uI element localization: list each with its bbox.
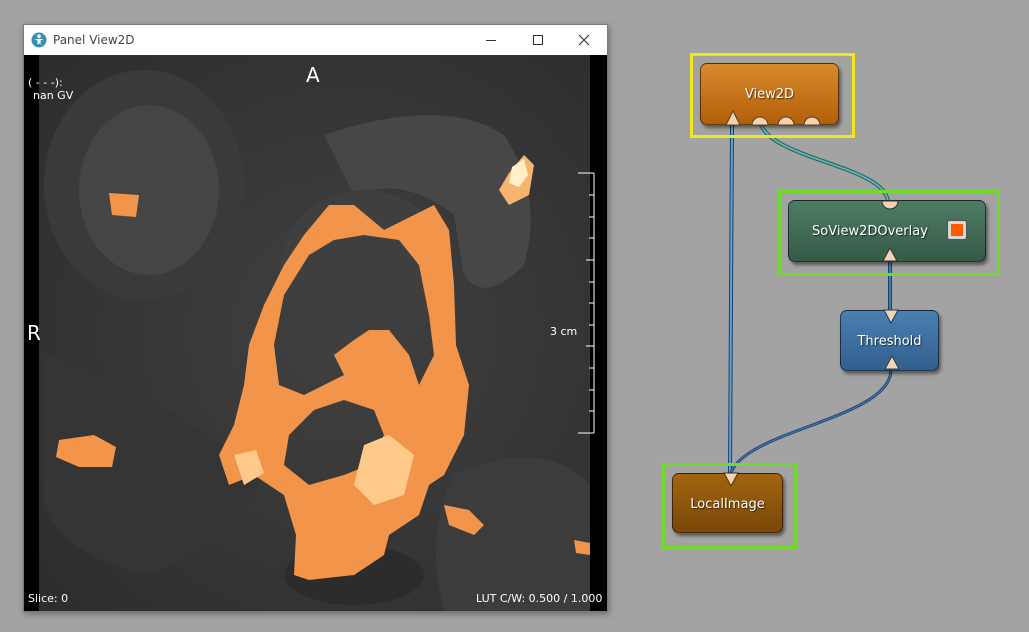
view2d-inventor-port-1	[751, 116, 769, 126]
node-threshold[interactable]: Threshold	[840, 309, 939, 371]
view2d-input-port	[725, 109, 741, 126]
close-icon	[578, 34, 590, 46]
minimize-icon	[486, 40, 496, 41]
node-view2d[interactable]: View2D	[700, 63, 839, 126]
lut-indicator: LUT C/W: 0.500 / 1.000	[476, 592, 603, 605]
window-title: Panel View2D	[53, 33, 135, 47]
view2d-ports	[725, 109, 821, 126]
threshold-output-port	[883, 309, 899, 325]
panel-view2d-window: Panel View2D (- - -): nan GV A R 3 cm S…	[23, 24, 608, 612]
scale-bar-label: 3 cm	[550, 325, 578, 338]
node-overlay-label: SoView2DOverlay	[812, 224, 928, 239]
threshold-input-port	[884, 354, 900, 370]
orientation-label-anterior: A	[306, 63, 320, 87]
minimize-button[interactable]	[468, 25, 514, 55]
node-localimage-label: LocalImage	[690, 497, 765, 512]
app-icon	[31, 32, 47, 48]
node-soview2doverlay[interactable]: SoView2DOverlay	[788, 200, 986, 262]
overlay-output-port	[881, 200, 899, 210]
maximize-button[interactable]	[515, 25, 561, 55]
connection-localimage-view2d	[728, 123, 734, 477]
info-gray-value: nan GV	[33, 89, 74, 102]
slice-indicator: Slice: 0	[28, 592, 69, 605]
overlay-input-port	[882, 246, 898, 262]
node-threshold-label: Threshold	[857, 334, 922, 349]
overlay-color-swatch[interactable]	[947, 220, 967, 240]
maximize-icon	[533, 35, 543, 45]
orientation-label-right: R	[27, 321, 41, 345]
localimage-output-port	[723, 472, 739, 488]
window-titlebar[interactable]: Panel View2D	[24, 25, 607, 55]
view2d-inventor-port-2	[777, 116, 795, 126]
node-localimage[interactable]: LocalImage	[672, 472, 783, 533]
close-button[interactable]	[561, 25, 607, 55]
info-coordinates: ( - - -):	[28, 76, 63, 89]
node-view2d-label: View2D	[744, 87, 795, 102]
medical-slice-image	[24, 55, 607, 611]
connection-localimage-threshold	[728, 369, 893, 477]
view2d-inventor-port-3	[803, 116, 821, 126]
view2d-viewer[interactable]: ( - - -): nan GV A R 3 cm Slice: 0 LUT C…	[24, 55, 607, 611]
